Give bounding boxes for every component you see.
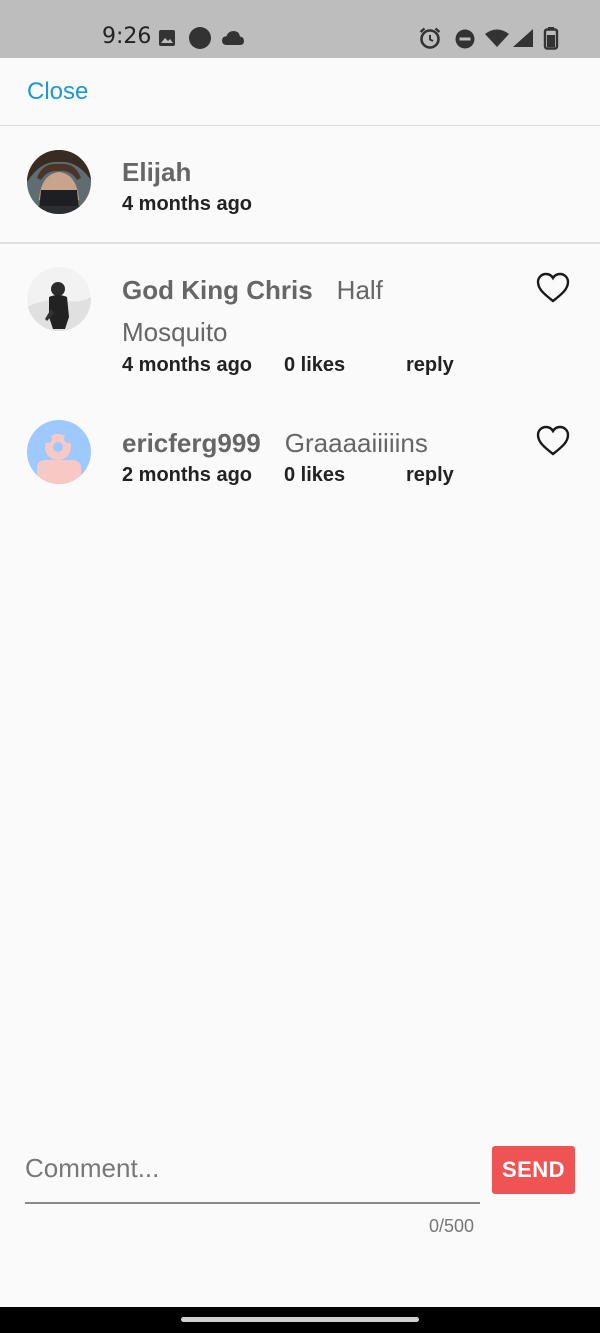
- status-bar: 9:26: [0, 0, 600, 58]
- post-time: 4 months ago: [122, 193, 253, 215]
- image-icon: [159, 30, 175, 46]
- comment-username[interactable]: ericferg999: [122, 428, 261, 458]
- post-author-name[interactable]: Elijah: [122, 157, 191, 188]
- reply-button[interactable]: reply: [406, 464, 454, 487]
- status-time: 9:26: [102, 24, 152, 49]
- avatar[interactable]: [27, 420, 91, 484]
- post-author: Elijah 4 months ago: [0, 127, 600, 244]
- reply-button[interactable]: reply: [406, 354, 454, 377]
- send-button[interactable]: SEND: [492, 1146, 575, 1194]
- char-counter: 0/500: [429, 1216, 475, 1236]
- cell-signal-icon: [513, 29, 533, 47]
- comment-item: ericferg999 Graaaaiiiiins 2 months ago 0 …: [0, 400, 600, 500]
- navigation-bar: [0, 1307, 600, 1333]
- comment-body: ericferg999 Graaaaiiiiins: [122, 422, 462, 464]
- avatar[interactable]: [27, 150, 91, 214]
- commenter-avatar-image: [27, 420, 91, 484]
- comment-body: God King Chris Half Mosquito: [122, 269, 462, 353]
- alarm-icon: [419, 27, 441, 49]
- wifi-icon: [485, 29, 509, 47]
- author-avatar-image: [27, 150, 91, 214]
- comment-input[interactable]: [25, 1134, 480, 1204]
- comment-likes: 0 likes: [284, 464, 346, 486]
- dnd-icon: [455, 29, 475, 49]
- avatar[interactable]: [27, 267, 91, 331]
- heart-icon[interactable]: [536, 272, 570, 304]
- comment-username[interactable]: God King Chris: [122, 275, 313, 305]
- header: Close: [0, 58, 600, 126]
- circle-icon: [189, 27, 211, 49]
- battery-icon: [543, 27, 559, 50]
- comment-item: God King Chris Half Mosquito 4 months ago…: [0, 245, 600, 395]
- comment-likes: 0 likes: [284, 354, 346, 376]
- heart-icon[interactable]: [536, 425, 570, 457]
- comment-time: 4 months ago: [122, 354, 253, 376]
- cloud-icon: [222, 31, 244, 45]
- home-gesture-handle[interactable]: [181, 1317, 419, 1322]
- comment-time: 2 months ago: [122, 464, 253, 486]
- close-button[interactable]: Close: [27, 78, 88, 106]
- commenter-avatar-image: [27, 267, 91, 331]
- comment-text: Graaaaiiiiins: [284, 428, 428, 458]
